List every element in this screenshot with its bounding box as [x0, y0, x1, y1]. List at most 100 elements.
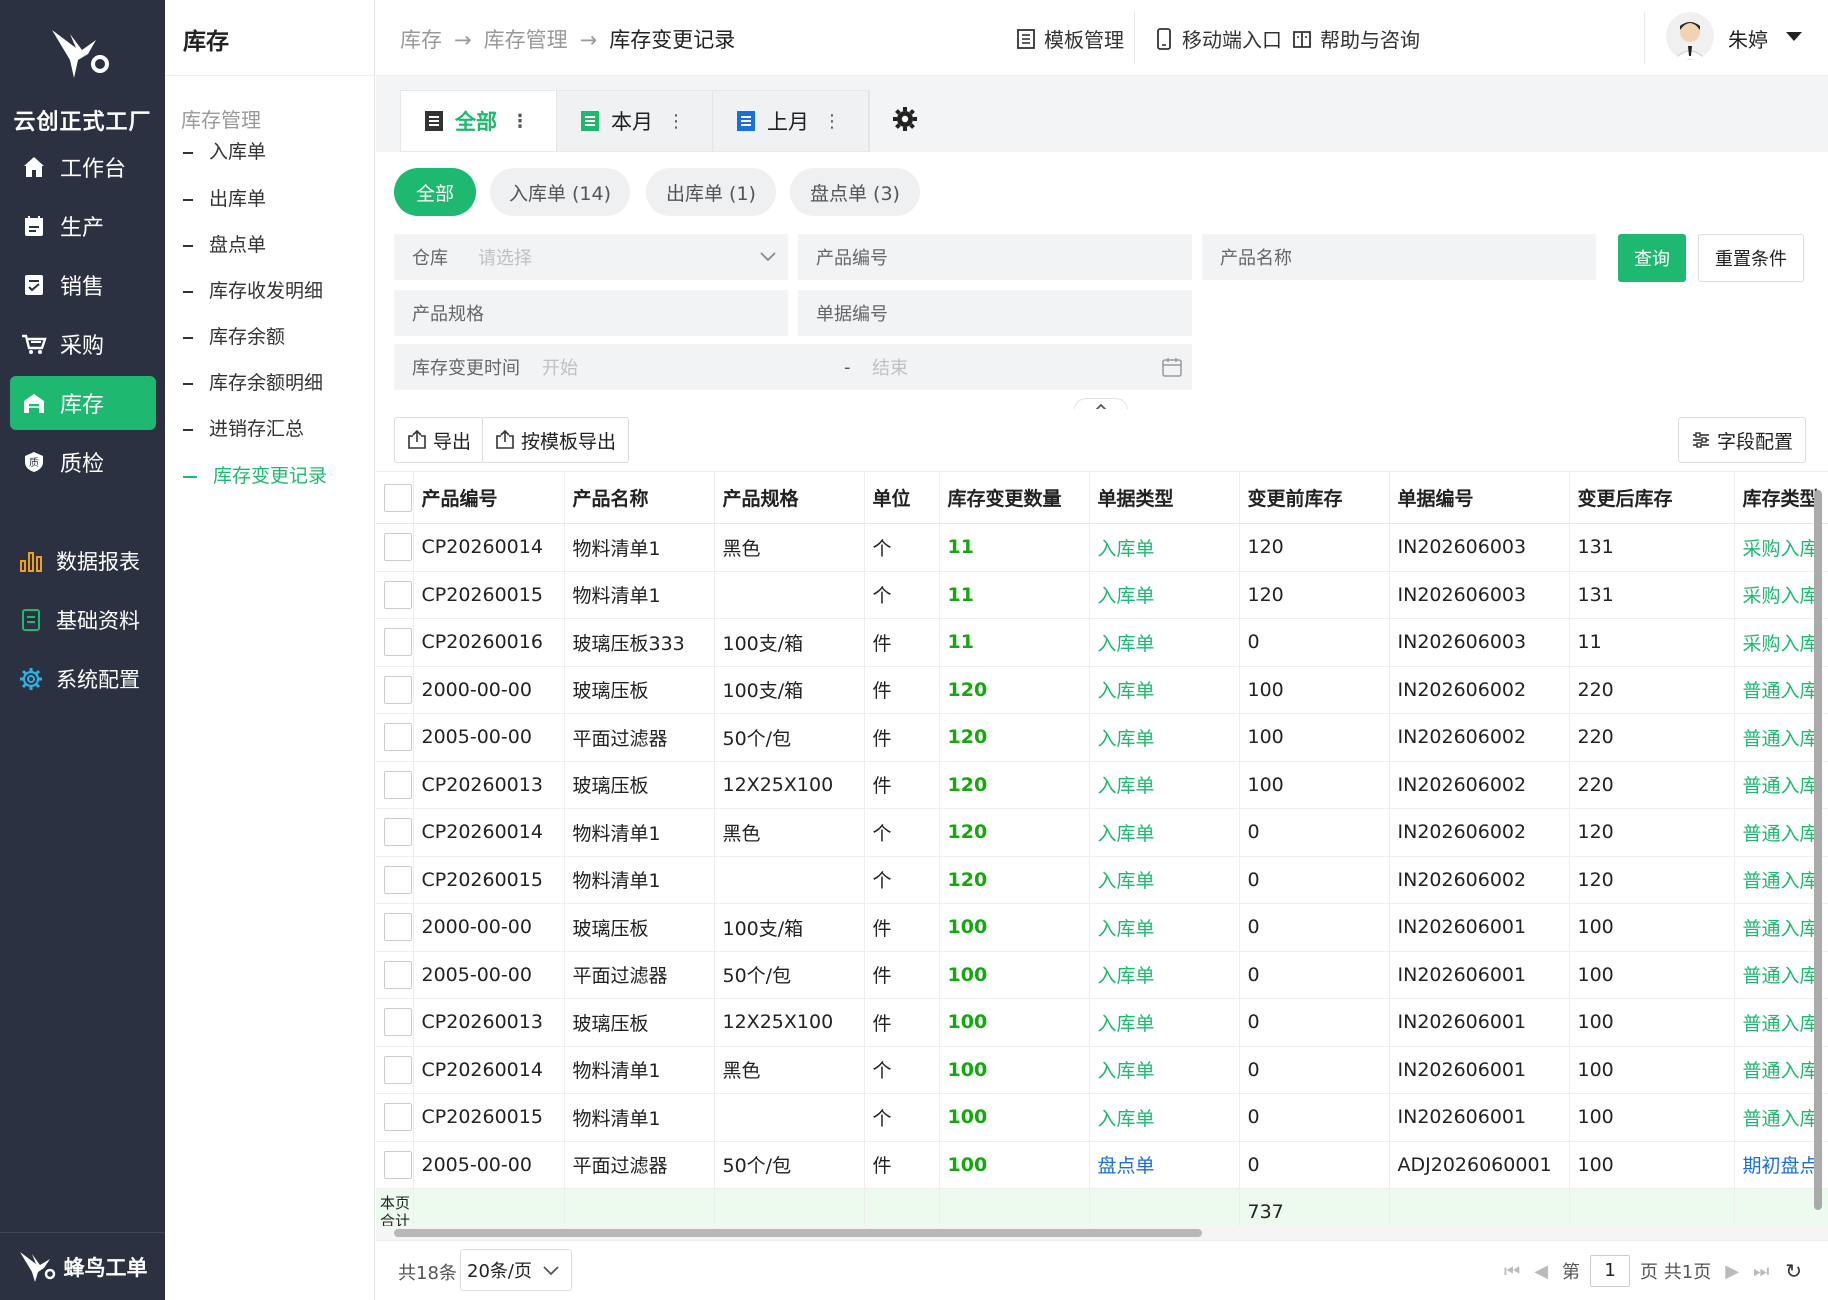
change-time-range[interactable]: 库存变更时间 开始 - 结束 [394, 344, 1192, 390]
sidebar-item2-2[interactable]: 系统配置 [10, 652, 156, 706]
next-page-icon[interactable]: ▶ [1725, 1261, 1739, 1282]
row-select-cell[interactable] [376, 1046, 414, 1094]
refresh-icon[interactable]: ↻ [1785, 1259, 1802, 1283]
reset-button[interactable]: 重置条件 [1698, 234, 1804, 282]
more-vertical-icon[interactable]: ⋮ [511, 111, 529, 132]
table-row[interactable]: 2000-00-00 玻璃压板 100支/箱件 120 入库单 100 IN20260600… [376, 666, 1828, 714]
table-row[interactable]: CP20260013 玻璃压板 12X25X100 件 100 入库单 0 IN2026060… [376, 998, 1828, 1047]
horizontal-scrollbar[interactable] [376, 1226, 1828, 1240]
row-checkbox[interactable] [384, 1103, 412, 1132]
table-row[interactable]: 2005-00-00 平面过滤器 50个/包件 100 入库单 0 IN202606001 1… [376, 951, 1828, 999]
product-code-input[interactable]: 产品编号 [798, 234, 1192, 280]
row-select-cell[interactable] [376, 618, 414, 667]
table-row[interactable]: 2000-00-00 玻璃压板 100支/箱件 100 入库单 0 IN202606001 1… [376, 903, 1828, 952]
field-config-button[interactable]: 字段配置 [1678, 417, 1807, 463]
table-cell[interactable]: 入库单 [1089, 523, 1240, 572]
sidebar-item2-0[interactable]: 数据报表 [10, 534, 156, 588]
submenu-item-7[interactable]: 库存变更记录 [183, 461, 327, 488]
sidebar-item-3[interactable]: 采购 [10, 317, 156, 371]
first-page-icon[interactable]: ⏮ [1504, 1261, 1520, 1282]
breadcrumb-item[interactable]: 库存管理 [484, 28, 568, 52]
username[interactable]: 朱婷 [1728, 24, 1768, 53]
column-header[interactable]: 产品规格 [714, 471, 865, 524]
filter-pill-inbound[interactable]: 入库单 (14) [490, 168, 630, 216]
submenu-item-6[interactable]: 进销存汇总 [183, 414, 304, 441]
table-row[interactable]: CP20260015 物料清单1 个 11 入库单 120 IN202606003 131 采购… [376, 571, 1828, 619]
table-row[interactable]: CP20260014 物料清单1 黑色个 11 入库单 120 IN202606003 131… [376, 523, 1828, 572]
doc-number-input[interactable]: 单据编号 [798, 290, 1192, 336]
column-header[interactable]: 单据类型 [1089, 471, 1240, 524]
filter-pill-outbound[interactable]: 出库单 (1) [646, 168, 776, 216]
column-header[interactable]: 单位 [864, 471, 940, 524]
page-size-select[interactable]: 20条/页 [460, 1249, 572, 1291]
row-select-cell[interactable] [376, 903, 414, 952]
table-cell[interactable]: 入库单 [1089, 856, 1240, 904]
page-number-input[interactable]: 1 [1590, 1255, 1631, 1287]
product-spec-input[interactable]: 产品规格 [394, 290, 788, 336]
view-tab-last-month[interactable]: 上月 ⋮ [713, 91, 869, 151]
table-cell[interactable]: 入库单 [1089, 808, 1240, 857]
table-cell[interactable]: 入库单 [1089, 761, 1240, 809]
row-checkbox[interactable] [384, 628, 412, 657]
row-checkbox[interactable] [384, 723, 412, 752]
row-select-cell[interactable] [376, 1141, 414, 1189]
end-date-input[interactable]: 结束 [872, 354, 908, 380]
row-checkbox[interactable] [384, 770, 412, 799]
filter-pill-all[interactable]: 全部 [394, 168, 476, 216]
product-name-input[interactable]: 产品名称 [1202, 234, 1596, 280]
filter-pill-stocktake[interactable]: 盘点单 (3) [790, 168, 920, 216]
table-row[interactable]: 2005-00-00 平面过滤器 50个/包件 100 盘点单 0 ADJ202606000… [376, 1141, 1828, 1189]
scrollbar-thumb[interactable] [394, 1229, 1202, 1237]
row-select-cell[interactable] [376, 571, 414, 619]
breadcrumb-item[interactable]: 库存 [400, 28, 442, 52]
row-checkbox[interactable] [384, 1008, 412, 1037]
chevron-down-icon[interactable] [1786, 32, 1802, 41]
table-row[interactable]: CP20260015 物料清单1 个 100 入库单 0 IN202606001 100 普通入… [376, 1093, 1828, 1142]
help-consult-link[interactable]: 帮助与咨询 [1292, 24, 1420, 53]
select-all-cell[interactable] [376, 471, 414, 524]
table-cell[interactable]: 入库单 [1089, 571, 1240, 619]
submenu-item-2[interactable]: 盘点单 [183, 230, 266, 257]
sidebar-item-2[interactable]: 销售 [10, 258, 156, 312]
sidebar-item-0[interactable]: 工作台 [10, 140, 156, 194]
table-cell[interactable]: 入库单 [1089, 903, 1240, 952]
export-button[interactable]: 导出 [394, 417, 485, 463]
submenu-item-1[interactable]: 出库单 [183, 184, 266, 211]
submenu-item-5[interactable]: 库存余额明细 [183, 368, 323, 395]
row-select-cell[interactable] [376, 951, 414, 999]
mobile-entry-link[interactable]: 移动端入口 [1154, 24, 1282, 53]
table-row[interactable]: CP20260013 玻璃压板 12X25X100 件 120 入库单 100 IN20260… [376, 761, 1828, 809]
column-header[interactable]: 产品名称 [564, 471, 715, 524]
table-row[interactable]: CP20260016 玻璃压板333 100支/箱件 11 入库单 0 IN20260600… [376, 618, 1828, 667]
row-checkbox[interactable] [384, 960, 412, 989]
row-select-cell[interactable] [376, 666, 414, 714]
table-cell[interactable]: 入库单 [1089, 1093, 1240, 1142]
start-date-input[interactable]: 开始 [542, 354, 578, 380]
row-select-cell[interactable] [376, 713, 414, 762]
row-select-cell[interactable] [376, 761, 414, 809]
table-row[interactable]: CP20260014 物料清单1 黑色个 120 入库单 0 IN202606002 120 普… [376, 808, 1828, 857]
row-checkbox[interactable] [384, 913, 412, 942]
table-cell[interactable]: 入库单 [1089, 713, 1240, 762]
sidebar-item-5[interactable]: 质 质检 [10, 435, 156, 489]
column-header[interactable]: 变更后库存 [1569, 471, 1735, 524]
row-checkbox[interactable] [384, 818, 412, 847]
column-header[interactable]: 单据编号 [1389, 471, 1570, 524]
table-cell[interactable]: 入库单 [1089, 666, 1240, 714]
column-header[interactable]: 变更前库存 [1239, 471, 1390, 524]
submenu-item-3[interactable]: 库存收发明细 [183, 276, 323, 303]
sidebar-item-4[interactable]: 库存 [10, 376, 156, 430]
view-tab-all[interactable]: 全部 ⋮ [401, 91, 557, 151]
sidebar-item-1[interactable]: 生产 [10, 199, 156, 253]
more-vertical-icon[interactable]: ⋮ [667, 111, 685, 132]
template-export-button[interactable]: 按模板导出 [482, 417, 630, 463]
table-cell[interactable]: 入库单 [1089, 998, 1240, 1047]
row-select-cell[interactable] [376, 856, 414, 904]
row-checkbox[interactable] [384, 1150, 412, 1179]
table-cell[interactable]: 入库单 [1089, 1046, 1240, 1094]
table-row[interactable]: CP20260014 物料清单1 黑色个 100 入库单 0 IN202606001 100 普… [376, 1046, 1828, 1094]
table-row[interactable]: CP20260015 物料清单1 个 120 入库单 0 IN202606002 120 普通入… [376, 856, 1828, 904]
submenu-item-0[interactable]: 入库单 [183, 137, 266, 164]
sidebar-item2-1[interactable]: 基础资料 [10, 593, 156, 647]
column-header[interactable]: 库存变更数量 [939, 471, 1090, 524]
